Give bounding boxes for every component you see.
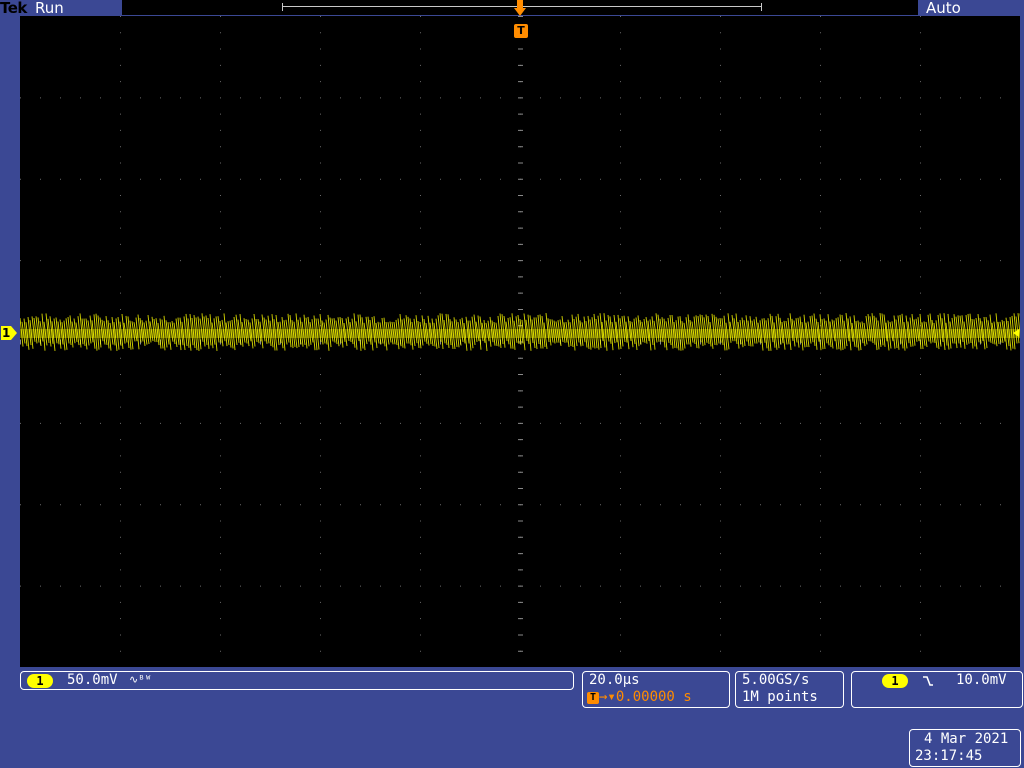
trigger-mode[interactable]: Auto xyxy=(926,0,961,17)
timebase-readout[interactable]: 20.0µs T →▾0.00000 s xyxy=(582,671,730,708)
horizontal-scale: 20.0µs xyxy=(589,672,640,688)
record-view-bar[interactable] xyxy=(122,0,918,16)
trigger-delay: 0.00000 s xyxy=(615,689,692,705)
trigger-marker[interactable]: T xyxy=(514,24,528,38)
run-status[interactable]: Run xyxy=(35,0,64,17)
bandwidth-limit-icon: ∿ᴮᵂ xyxy=(129,673,152,686)
channel1-ground-marker[interactable]: 1 xyxy=(0,325,18,341)
sample-rate: 5.00GS/s xyxy=(742,672,810,688)
graticule-grid xyxy=(20,16,1020,667)
trigger-level: 10.0mV xyxy=(956,672,1007,688)
brand-logo: Tek xyxy=(0,0,27,17)
channel1-marker-label: 1 xyxy=(2,326,11,340)
trigger-delay-row: T →▾0.00000 s xyxy=(587,689,692,705)
channel1-readout[interactable]: 1 50.0mV ∿ᴮᵂ xyxy=(20,671,574,690)
channel1-badge: 1 xyxy=(27,674,53,688)
datetime-readout: 4 Mar 2021 23:17:45 xyxy=(909,729,1021,767)
trigger-icon: T xyxy=(587,692,599,704)
waveform-graticule[interactable] xyxy=(20,16,1020,667)
time: 23:17:45 xyxy=(915,748,983,764)
arrow-icon: →▾ xyxy=(599,689,616,705)
record-length: 1M points xyxy=(742,689,818,705)
top-status-bar: Tek Run Auto xyxy=(0,0,1024,17)
trigger-readout[interactable]: 1 10.0mV xyxy=(851,671,1023,708)
trigger-source-badge: 1 xyxy=(882,674,908,688)
acquisition-readout[interactable]: 5.00GS/s 1M points xyxy=(735,671,844,708)
date: 4 Mar 2021 xyxy=(924,731,1009,747)
channel1-scale: 50.0mV xyxy=(67,672,118,688)
channel1-waveform-core xyxy=(20,329,1020,338)
falling-edge-icon xyxy=(923,676,933,686)
